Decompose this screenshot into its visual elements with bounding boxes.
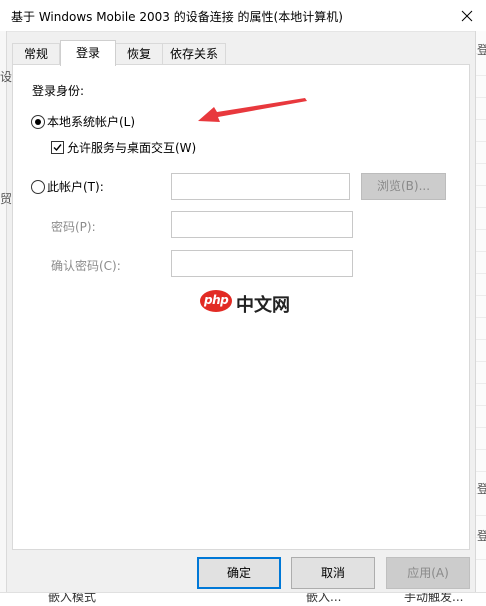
tab-dependencies[interactable]: 依存关系 — [162, 43, 226, 65]
close-button[interactable] — [456, 5, 478, 27]
browse-button[interactable]: 浏览(B)... — [361, 173, 446, 200]
logon-as-label: 登录身份: — [32, 84, 85, 98]
checkmark-icon — [53, 144, 62, 152]
ok-button[interactable]: 确定 — [197, 557, 281, 589]
confirm-password-input[interactable] — [171, 250, 353, 277]
allow-desktop-checkbox[interactable] — [51, 141, 64, 154]
bg-bottom-text-1: 嵌入模式 — [48, 592, 97, 604]
background-window-left-edge — [0, 31, 7, 605]
php-logo-text: php — [204, 293, 229, 307]
php-logo: php — [200, 290, 232, 312]
bg-right-text-1: 登 — [477, 43, 486, 57]
bg-left-text-2: 贸 — [0, 192, 13, 206]
this-account-radio[interactable] — [31, 180, 45, 194]
apply-button[interactable]: 应用(A) — [386, 557, 470, 589]
background-list-edge — [475, 31, 486, 605]
allow-desktop-label[interactable]: 允许服务与桌面交互(W) — [67, 139, 196, 156]
bg-left-text-1: 设 — [0, 70, 13, 84]
window-title: 基于 Windows Mobile 2003 的设备连接 的属性(本地计算机) — [11, 10, 343, 24]
local-system-label[interactable]: 本地系统帐户(L) — [47, 113, 135, 130]
title-bar: 基于 Windows Mobile 2003 的设备连接 的属性(本地计算机) — [0, 0, 486, 32]
confirm-password-label: 确认密码(C): — [51, 259, 121, 273]
bg-right-text-3: 登 — [477, 529, 486, 543]
this-account-label[interactable]: 此帐户(T): — [47, 178, 104, 195]
tab-general[interactable]: 常规 — [12, 43, 60, 65]
bg-right-text-2: 登 — [477, 482, 486, 496]
background-window-bottom: 嵌入模式 嵌入... 手动触发... — [0, 592, 486, 606]
watermark-text: 中文网 — [236, 295, 290, 316]
cancel-button[interactable]: 取消 — [291, 557, 375, 589]
close-icon — [461, 10, 473, 22]
tab-logon[interactable]: 登录 — [60, 40, 116, 66]
bg-bottom-text-3: 手动触发... — [404, 592, 464, 604]
password-label: 密码(P): — [51, 220, 96, 234]
password-input[interactable] — [171, 211, 353, 238]
account-input[interactable] — [171, 173, 350, 200]
annotation-arrow-icon — [198, 98, 307, 122]
bg-bottom-text-2: 嵌入... — [306, 592, 342, 604]
local-system-radio[interactable] — [31, 115, 45, 129]
tab-recovery[interactable]: 恢复 — [114, 43, 164, 65]
